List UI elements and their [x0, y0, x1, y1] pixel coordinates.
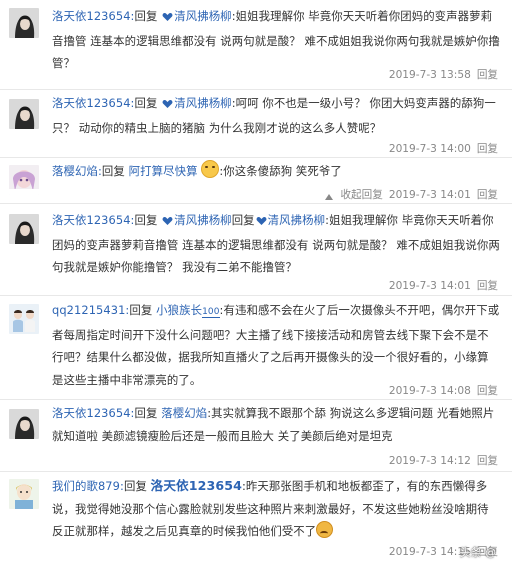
- reply-word: 回复: [134, 406, 158, 420]
- reply-target-username[interactable]: 落樱幻焰: [161, 406, 207, 420]
- comment-meta: 2019-7-3 14:01 回复: [383, 278, 498, 293]
- comment-date: 2019-7-3 14:01: [388, 189, 471, 201]
- reply-word: 回复: [231, 213, 255, 227]
- reply-button[interactable]: 回复: [477, 455, 498, 467]
- avatar[interactable]: [9, 479, 39, 509]
- reply-button[interactable]: 回复: [477, 189, 498, 201]
- comment-item: 洛天依123654:回复 清风拂杨柳:姐姐我理解你 毕竟你天天听着你团妈的变声器…: [0, 0, 512, 90]
- watermark: 头条 @: [459, 546, 497, 559]
- smirk-emoji-icon: [201, 160, 220, 178]
- reply-word: 回复: [123, 479, 147, 493]
- comment-username[interactable]: 洛天依123654:: [52, 9, 135, 23]
- avatar[interactable]: [9, 304, 39, 334]
- comment-item: 我们的歌879:回复 洛天依123654:昨天那张图手机和地板都歪了，有的东西懒…: [0, 472, 512, 564]
- heart-icon: [162, 211, 173, 234]
- comment-item: 洛天依123654:回复 清风拂杨柳回复 清风拂杨柳:姐姐我理解你 毕竟你天天听着…: [0, 204, 512, 296]
- level-badge: 100: [202, 307, 220, 318]
- comment-username[interactable]: qq21215431:: [52, 303, 129, 317]
- comment-date: 2019-7-3 14:00: [388, 143, 471, 155]
- heart-icon: [256, 211, 267, 234]
- reply-word: 回复: [129, 303, 153, 317]
- comment-item: 洛天依123654:回复 落樱幻焰:其实就算我不跟那个舔 狗说这么多逻辑问题 光…: [0, 400, 512, 472]
- avatar[interactable]: [9, 409, 39, 439]
- comment-username[interactable]: 洛天依123654:: [52, 96, 135, 110]
- comment-meta: 2019-7-3 14:00 回复: [383, 141, 498, 156]
- reply-button[interactable]: 回复: [477, 69, 498, 81]
- avatar[interactable]: [9, 214, 39, 244]
- avatar[interactable]: [9, 165, 39, 195]
- sad-face-emoji-icon: [316, 521, 334, 539]
- comment-date: 2019-7-3 13:58: [388, 69, 471, 81]
- comment-username[interactable]: 洛天依123654:: [52, 406, 135, 420]
- comment-meta: 2019-7-3 13:58 回复: [383, 67, 498, 82]
- reply-target-username[interactable]: 清风拂杨柳: [174, 213, 231, 227]
- reply-word: 回复: [134, 9, 158, 23]
- comment-username[interactable]: 我们的歌879:: [52, 479, 124, 493]
- heart-icon: [162, 94, 173, 117]
- avatar[interactable]: [9, 8, 39, 38]
- avatar[interactable]: [9, 99, 39, 129]
- comment-meta: 2019-7-3 14:08 回复: [383, 383, 498, 398]
- comment-meta: 收起回复 2019-7-3 14:01 回复: [313, 187, 498, 203]
- reply-word: 回复: [134, 96, 158, 110]
- comment-date: 2019-7-3 14:08: [388, 385, 471, 397]
- comment-item: 落樱幻焰:回复 阿打算尽快算 :你这条傻舔狗 笑死爷了 收起回复 2019-7-3…: [0, 158, 512, 204]
- collapse-replies-link[interactable]: 收起回复: [319, 189, 383, 203]
- comment-date: 2019-7-3 14:01: [388, 280, 471, 292]
- reply-button[interactable]: 回复: [477, 143, 498, 155]
- comment-meta: 2019-7-3 14:12 回复: [383, 453, 498, 468]
- comment-date: 2019-7-3 14:12: [388, 455, 471, 467]
- comment-item: qq21215431:回复 小狼族长100:有违和感不会在火了后一次摄像头不开吧…: [0, 296, 512, 400]
- reply-target-username[interactable]: 清风拂杨柳: [174, 96, 231, 110]
- reply-target-username[interactable]: 清风拂杨柳: [174, 9, 231, 23]
- reply-button[interactable]: 回复: [477, 385, 498, 397]
- comment-username[interactable]: 洛天依123654:: [52, 213, 135, 227]
- reply-target-username[interactable]: 小狼族长: [156, 303, 202, 317]
- reply-target-username[interactable]: 阿打算尽快算: [129, 164, 198, 178]
- comment-item: 洛天依123654:回复 清风拂杨柳:呵呵 你不也是一级小号？ 你团大妈变声器的…: [0, 90, 512, 158]
- triangle-up-icon: [325, 191, 334, 203]
- comment-date: 2019-7-3 14:15: [388, 546, 471, 558]
- reply-word: 回复: [101, 164, 125, 178]
- reply-word: 回复: [134, 213, 158, 227]
- nested-reply-target-username[interactable]: 清风拂杨柳: [268, 213, 325, 227]
- reply-target-username[interactable]: 洛天依123654: [151, 478, 242, 493]
- comment-username[interactable]: 落樱幻焰:: [52, 164, 102, 178]
- heart-icon: [162, 7, 173, 30]
- reply-button[interactable]: 回复: [477, 280, 498, 292]
- comment-text: :你这条傻舔狗 笑死爷了: [219, 164, 342, 178]
